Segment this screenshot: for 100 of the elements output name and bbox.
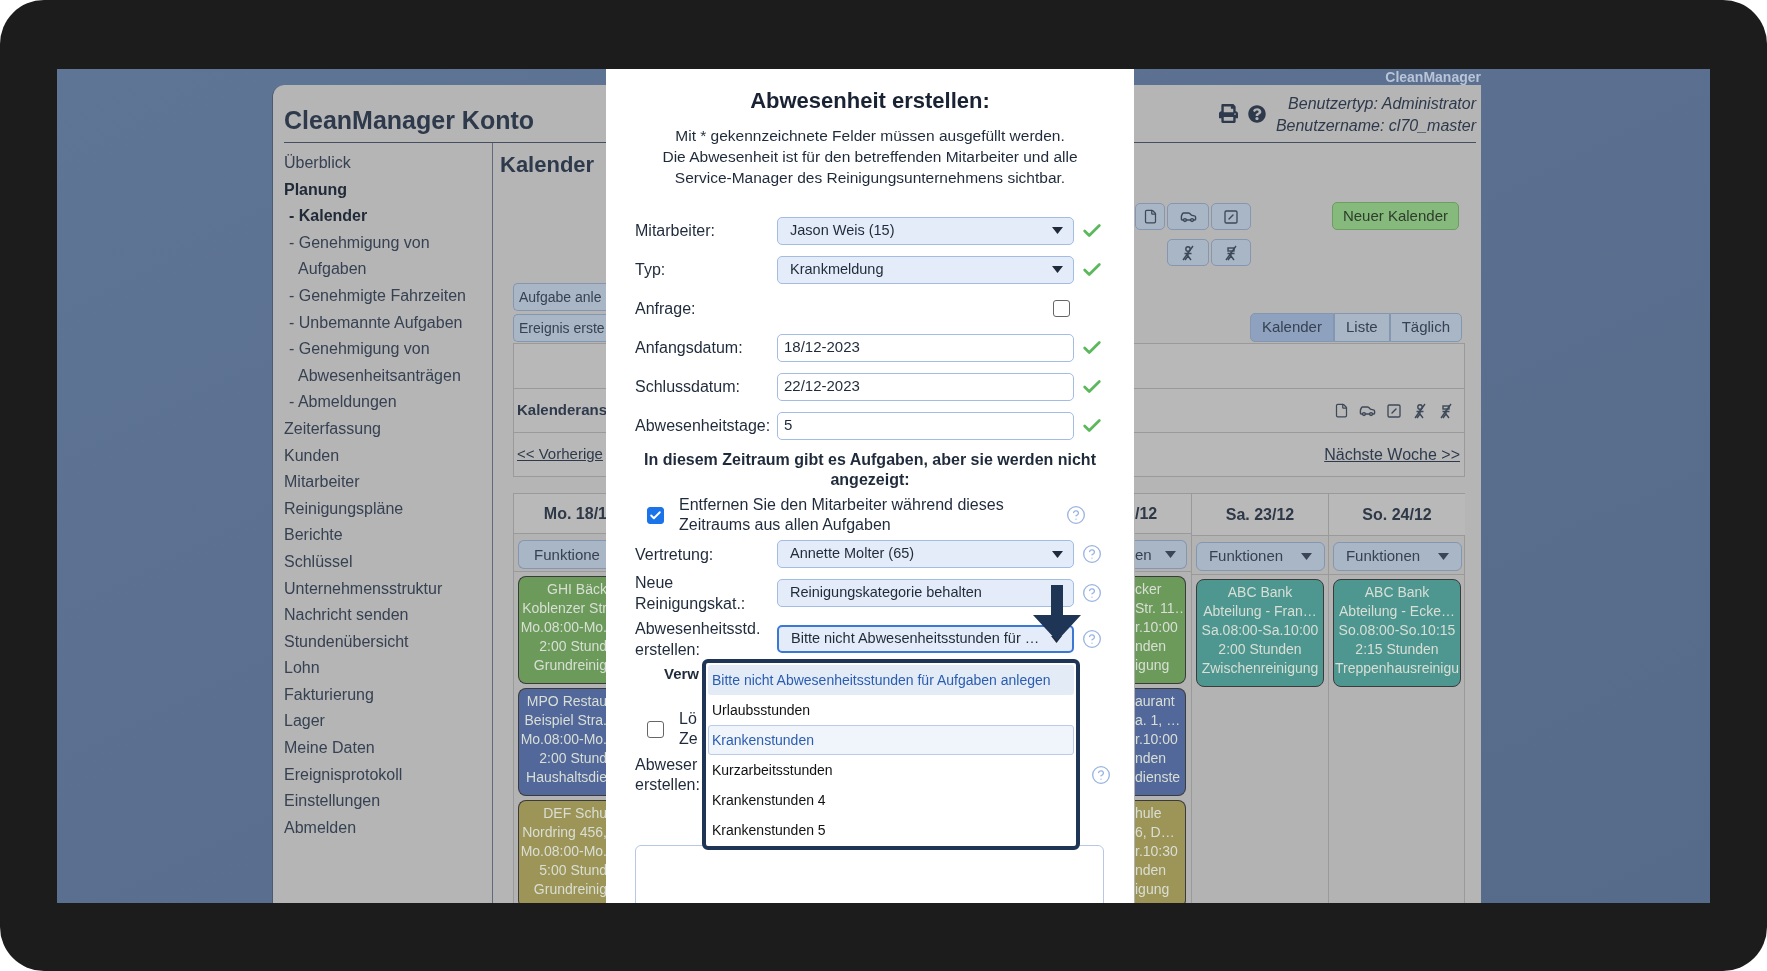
- select-field[interactable]: Jason Weis (15): [777, 216, 1074, 245]
- icon-button[interactable]: [1211, 203, 1251, 230]
- view-tab[interactable]: Täglich: [1389, 313, 1462, 342]
- slashed-square-icon: [1223, 208, 1239, 225]
- event-text: 2:00 Stund: [538, 637, 607, 656]
- event-text: cker: [1135, 580, 1163, 599]
- sidebar-item[interactable]: Ereignisprotokoll: [284, 761, 484, 789]
- functions-button[interactable]: Funktionen: [1196, 542, 1325, 571]
- event-card[interactable]: ABC Bank Abteilung - Fran… Sa.08:00-Sa.10:00 2:00 Stunden Zwischenreinigung: [1196, 579, 1324, 687]
- event-text: nden: [1135, 861, 1168, 880]
- intro-text: Mit * gekennzeichnete Felder müssen ausgefüllt werden.: [675, 126, 1065, 146]
- event-text: Mo.08:00-Mo.: [519, 618, 607, 637]
- sidebar-item[interactable]: Lohn: [284, 655, 484, 682]
- event-text: 2:00 Stunden: [1217, 640, 1303, 659]
- document-icon[interactable]: [1334, 403, 1349, 418]
- sidebar-item[interactable]: Schlüssel: [284, 548, 484, 576]
- previous-week-link[interactable]: << Vorherige: [517, 443, 603, 466]
- caret-icon: [1301, 553, 1313, 560]
- checkbox[interactable]: [647, 506, 664, 524]
- caret-icon: [1438, 553, 1450, 560]
- event-text: Beispiel Stra.: [523, 711, 607, 730]
- event-text: ABC Bank: [1226, 583, 1294, 602]
- input-field[interactable]: 22/12-2023: [777, 372, 1074, 401]
- caret-icon: [1052, 550, 1063, 558]
- help-icon[interactable]: [1247, 104, 1266, 123]
- select-field[interactable]: Annette Molter (65): [777, 540, 1074, 568]
- caret-icon: [1052, 227, 1063, 234]
- event-text: Abteilung - Ecke…: [1338, 602, 1456, 621]
- sidebar-item[interactable]: Einstellungen: [284, 788, 484, 815]
- sidebar-item[interactable]: - Genehmigung von Aufgaben: [284, 229, 484, 283]
- sidebar-item[interactable]: Zeiterfassung: [284, 415, 484, 443]
- dropdown-option[interactable]: Bitte nicht Abwesenheitsstunden für Aufgaben anlegen: [708, 665, 1074, 695]
- event-text: r.10:30: [1135, 842, 1179, 861]
- sidebar-item[interactable]: Nachricht senden: [284, 602, 484, 629]
- sidebar-item[interactable]: Meine Daten: [284, 735, 484, 762]
- view-tab[interactable]: Liste: [1333, 313, 1390, 342]
- sidebar-item[interactable]: Lager: [284, 708, 484, 736]
- view-tab[interactable]: Kalender: [1249, 313, 1334, 342]
- select-field[interactable]: Bitte nicht Abwesenheitsstunden für …: [777, 625, 1074, 653]
- event-text: Nordring 456,: [521, 823, 607, 842]
- print-icon[interactable]: [1218, 104, 1238, 123]
- new-calendar-button[interactable]: Neuer Kalender: [1331, 202, 1459, 230]
- functions-button[interactable]: en: [1135, 540, 1187, 570]
- event-text: Mo.08:00-Mo.: [519, 730, 607, 749]
- event-text: Sa.08:00-Sa.10:00: [1200, 621, 1320, 640]
- icon-button[interactable]: [1167, 203, 1209, 230]
- select-field[interactable]: Reinigungskategorie behalten: [777, 579, 1074, 607]
- event-text: Koblenzer Str: [521, 599, 607, 618]
- sidebar-item[interactable]: Unternehmensstruktur: [284, 575, 484, 603]
- sidebar-item[interactable]: Überblick: [284, 150, 484, 177]
- input-field[interactable]: 18/12-2023: [777, 333, 1074, 362]
- sidebar-item[interactable]: - Unbemannte Aufgaben: [284, 309, 484, 337]
- sidebar-item[interactable]: - Genehmigte Fahrzeiten: [284, 282, 484, 310]
- event-text: Mo.08:00-Mo.: [519, 842, 607, 861]
- field-label: Abwesenheitstage:: [635, 415, 772, 436]
- event-text: 6, D…: [1135, 823, 1176, 842]
- event-text: igung: [1135, 656, 1171, 675]
- event-text: r.10:00: [1135, 618, 1179, 637]
- input-field[interactable]: 5: [777, 411, 1074, 440]
- event-text: 2:00 Stund: [538, 749, 607, 768]
- action-button[interactable]: Aufgabe anle: [513, 283, 606, 311]
- functions-button[interactable]: Funktionen: [1333, 542, 1462, 571]
- checkbox[interactable]: [647, 720, 664, 738]
- checkbox[interactable]: [1053, 300, 1070, 317]
- select-field[interactable]: Krankmeldung: [777, 255, 1074, 284]
- sidebar-item[interactable]: Planung: [284, 176, 484, 204]
- field-label: Typ:: [635, 259, 667, 280]
- icon-button[interactable]: [1135, 203, 1165, 230]
- caret-icon: [1165, 551, 1176, 559]
- brand-name: CleanManager: [1384, 69, 1481, 85]
- sidebar-item[interactable]: Stundenübersicht: [284, 628, 484, 656]
- sidebar-item[interactable]: Berichte: [284, 522, 484, 549]
- sidebar-item[interactable]: Abmelden: [284, 814, 484, 842]
- sidebar-item[interactable]: - Kalender: [284, 203, 484, 230]
- slashed-square-icon[interactable]: [1386, 402, 1402, 419]
- day-header: Sa. 23/12: [1225, 504, 1295, 525]
- dropdown-option[interactable]: Krankenstunden: [708, 725, 1074, 755]
- user-info: Benutzertyp: Administrator: [1288, 93, 1476, 114]
- event-text: Haushaltsdie: [525, 768, 607, 787]
- action-button[interactable]: Ereignis erste: [513, 314, 606, 342]
- icon-button[interactable]: [1211, 239, 1251, 266]
- sidebar-item[interactable]: - Abmeldungen: [284, 389, 484, 416]
- event-card[interactable]: aurant a. 1, … r.10:00 nden dienste: [1135, 688, 1186, 796]
- field-label: Mitarbeiter:: [635, 220, 717, 241]
- sidebar-item[interactable]: Mitarbeiter: [284, 469, 484, 496]
- event-text: MPO Restau: [525, 692, 607, 711]
- icon-button[interactable]: [1167, 239, 1209, 266]
- sidebar-item[interactable]: Fakturierung: [284, 681, 484, 709]
- event-text: So.08:00-So.10:15: [1337, 621, 1457, 640]
- crossed-figure-icon: [1223, 244, 1239, 261]
- sidebar-item[interactable]: Kunden: [284, 442, 484, 470]
- event-card[interactable]: MPO Restau Beispiel Stra. Mo.08:00-Mo. 2:00 Stund Haushaltsdie: [518, 688, 607, 796]
- intro-text: Service-Manager des Reinigungsunternehmens sichtbar.: [674, 168, 1066, 188]
- sidebar-item[interactable]: Reinigungspläne: [284, 495, 484, 523]
- sidebar-item[interactable]: - Genehmigung von Abwesenheitsanträgen: [284, 336, 484, 390]
- event-text: Zwischenreinigung: [1200, 659, 1320, 678]
- event-text: 2:15 Stunden: [1354, 640, 1440, 659]
- functions-button[interactable]: Funktione: [518, 540, 607, 570]
- next-week-link[interactable]: Nächste Woche >>: [1324, 442, 1460, 467]
- view-label: Kalenderans: [517, 400, 608, 421]
